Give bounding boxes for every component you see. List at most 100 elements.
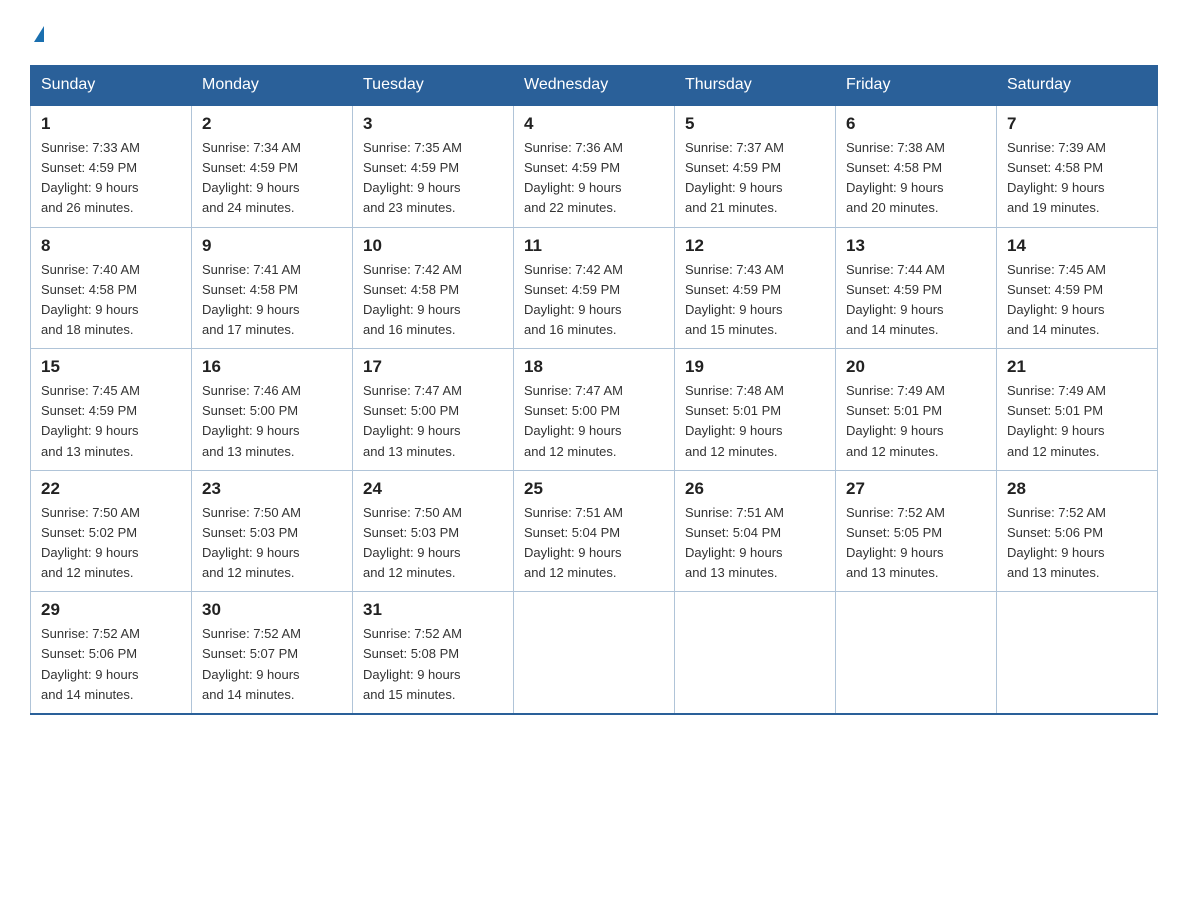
logo-triangle-icon — [34, 26, 44, 42]
calendar-cell: 19 Sunrise: 7:48 AMSunset: 5:01 PMDayligh… — [675, 349, 836, 471]
calendar-cell — [997, 592, 1158, 714]
weekday-header-friday: Friday — [836, 66, 997, 106]
calendar-cell: 12 Sunrise: 7:43 AMSunset: 4:59 PMDayligh… — [675, 227, 836, 349]
calendar-cell: 21 Sunrise: 7:49 AMSunset: 5:01 PMDayligh… — [997, 349, 1158, 471]
day-number: 9 — [202, 236, 342, 256]
day-info: Sunrise: 7:39 AMSunset: 4:58 PMDaylight:… — [1007, 138, 1147, 219]
day-number: 7 — [1007, 114, 1147, 134]
day-info: Sunrise: 7:49 AMSunset: 5:01 PMDaylight:… — [1007, 381, 1147, 462]
day-info: Sunrise: 7:33 AMSunset: 4:59 PMDaylight:… — [41, 138, 181, 219]
calendar-table: SundayMondayTuesdayWednesdayThursdayFrid… — [30, 65, 1158, 715]
calendar-cell: 13 Sunrise: 7:44 AMSunset: 4:59 PMDayligh… — [836, 227, 997, 349]
day-number: 17 — [363, 357, 503, 377]
day-info: Sunrise: 7:51 AMSunset: 5:04 PMDaylight:… — [685, 503, 825, 584]
day-number: 16 — [202, 357, 342, 377]
day-number: 29 — [41, 600, 181, 620]
day-number: 6 — [846, 114, 986, 134]
day-info: Sunrise: 7:45 AMSunset: 4:59 PMDaylight:… — [41, 381, 181, 462]
calendar-cell: 1 Sunrise: 7:33 AMSunset: 4:59 PMDaylight… — [31, 105, 192, 227]
day-number: 22 — [41, 479, 181, 499]
calendar-week-2: 8 Sunrise: 7:40 AMSunset: 4:58 PMDaylight… — [31, 227, 1158, 349]
day-number: 19 — [685, 357, 825, 377]
calendar-cell: 4Sunrise: 7:36 AMSunset: 4:59 PMDaylight… — [514, 105, 675, 227]
day-number: 3 — [363, 114, 503, 134]
calendar-cell: 27 Sunrise: 7:52 AMSunset: 5:05 PMDayligh… — [836, 470, 997, 592]
day-info: Sunrise: 7:52 AMSunset: 5:06 PMDaylight:… — [41, 624, 181, 705]
day-info: Sunrise: 7:42 AMSunset: 4:58 PMDaylight:… — [363, 260, 503, 341]
day-number: 23 — [202, 479, 342, 499]
calendar-cell: 30 Sunrise: 7:52 AMSunset: 5:07 PMDayligh… — [192, 592, 353, 714]
weekday-header-sunday: Sunday — [31, 66, 192, 106]
weekday-header-saturday: Saturday — [997, 66, 1158, 106]
day-info: Sunrise: 7:35 AMSunset: 4:59 PMDaylight:… — [363, 138, 503, 219]
weekday-header-wednesday: Wednesday — [514, 66, 675, 106]
day-number: 2 — [202, 114, 342, 134]
calendar-cell: 3 Sunrise: 7:35 AMSunset: 4:59 PMDaylight… — [353, 105, 514, 227]
day-number: 31 — [363, 600, 503, 620]
day-info: Sunrise: 7:51 AMSunset: 5:04 PMDaylight:… — [524, 503, 664, 584]
day-info: Sunrise: 7:52 AMSunset: 5:05 PMDaylight:… — [846, 503, 986, 584]
day-number: 24 — [363, 479, 503, 499]
weekday-header-monday: Monday — [192, 66, 353, 106]
day-info: Sunrise: 7:38 AMSunset: 4:58 PMDaylight:… — [846, 138, 986, 219]
calendar-cell: 25 Sunrise: 7:51 AMSunset: 5:04 PMDayligh… — [514, 470, 675, 592]
calendar-week-5: 29 Sunrise: 7:52 AMSunset: 5:06 PMDayligh… — [31, 592, 1158, 714]
day-info: Sunrise: 7:49 AMSunset: 5:01 PMDaylight:… — [846, 381, 986, 462]
calendar-cell: 7 Sunrise: 7:39 AMSunset: 4:58 PMDaylight… — [997, 105, 1158, 227]
calendar-cell: 14 Sunrise: 7:45 AMSunset: 4:59 PMDayligh… — [997, 227, 1158, 349]
day-number: 13 — [846, 236, 986, 256]
day-number: 1 — [41, 114, 181, 134]
day-info: Sunrise: 7:42 AMSunset: 4:59 PMDaylight:… — [524, 260, 664, 341]
day-info: Sunrise: 7:43 AMSunset: 4:59 PMDaylight:… — [685, 260, 825, 341]
calendar-cell: 11 Sunrise: 7:42 AMSunset: 4:59 PMDayligh… — [514, 227, 675, 349]
calendar-cell — [514, 592, 675, 714]
calendar-cell: 6 Sunrise: 7:38 AMSunset: 4:58 PMDaylight… — [836, 105, 997, 227]
calendar-cell — [675, 592, 836, 714]
calendar-week-4: 22 Sunrise: 7:50 AMSunset: 5:02 PMDayligh… — [31, 470, 1158, 592]
day-info: Sunrise: 7:47 AMSunset: 5:00 PMDaylight:… — [363, 381, 503, 462]
day-number: 26 — [685, 479, 825, 499]
calendar-cell: 20 Sunrise: 7:49 AMSunset: 5:01 PMDayligh… — [836, 349, 997, 471]
day-info: Sunrise: 7:50 AMSunset: 5:03 PMDaylight:… — [202, 503, 342, 584]
day-info: Sunrise: 7:47 AMSunset: 5:00 PMDaylight:… — [524, 381, 664, 462]
calendar-cell: 28Sunrise: 7:52 AMSunset: 5:06 PMDayligh… — [997, 470, 1158, 592]
day-number: 20 — [846, 357, 986, 377]
day-number: 5 — [685, 114, 825, 134]
day-number: 8 — [41, 236, 181, 256]
calendar-cell: 16 Sunrise: 7:46 AMSunset: 5:00 PMDayligh… — [192, 349, 353, 471]
calendar-cell: 18 Sunrise: 7:47 AMSunset: 5:00 PMDayligh… — [514, 349, 675, 471]
day-info: Sunrise: 7:44 AMSunset: 4:59 PMDaylight:… — [846, 260, 986, 341]
day-number: 11 — [524, 236, 664, 256]
calendar-cell: 5 Sunrise: 7:37 AMSunset: 4:59 PMDaylight… — [675, 105, 836, 227]
calendar-cell: 15 Sunrise: 7:45 AMSunset: 4:59 PMDayligh… — [31, 349, 192, 471]
calendar-cell — [836, 592, 997, 714]
day-number: 30 — [202, 600, 342, 620]
day-number: 14 — [1007, 236, 1147, 256]
day-number: 15 — [41, 357, 181, 377]
day-number: 25 — [524, 479, 664, 499]
weekday-header-tuesday: Tuesday — [353, 66, 514, 106]
logo-general-row — [30, 20, 44, 47]
day-number: 18 — [524, 357, 664, 377]
day-info: Sunrise: 7:40 AMSunset: 4:58 PMDaylight:… — [41, 260, 181, 341]
day-info: Sunrise: 7:50 AMSunset: 5:03 PMDaylight:… — [363, 503, 503, 584]
day-info: Sunrise: 7:34 AMSunset: 4:59 PMDaylight:… — [202, 138, 342, 219]
day-info: Sunrise: 7:52 AMSunset: 5:08 PMDaylight:… — [363, 624, 503, 705]
day-info: Sunrise: 7:45 AMSunset: 4:59 PMDaylight:… — [1007, 260, 1147, 341]
day-info: Sunrise: 7:46 AMSunset: 5:00 PMDaylight:… — [202, 381, 342, 462]
day-number: 12 — [685, 236, 825, 256]
weekday-header-row: SundayMondayTuesdayWednesdayThursdayFrid… — [31, 66, 1158, 106]
calendar-cell: 23 Sunrise: 7:50 AMSunset: 5:03 PMDayligh… — [192, 470, 353, 592]
weekday-header-thursday: Thursday — [675, 66, 836, 106]
calendar-week-3: 15 Sunrise: 7:45 AMSunset: 4:59 PMDayligh… — [31, 349, 1158, 471]
day-info: Sunrise: 7:52 AMSunset: 5:07 PMDaylight:… — [202, 624, 342, 705]
day-info: Sunrise: 7:37 AMSunset: 4:59 PMDaylight:… — [685, 138, 825, 219]
day-info: Sunrise: 7:50 AMSunset: 5:02 PMDaylight:… — [41, 503, 181, 584]
day-info: Sunrise: 7:52 AMSunset: 5:06 PMDaylight:… — [1007, 503, 1147, 584]
day-info: Sunrise: 7:48 AMSunset: 5:01 PMDaylight:… — [685, 381, 825, 462]
day-number: 21 — [1007, 357, 1147, 377]
logo — [30, 20, 44, 47]
calendar-cell: 8 Sunrise: 7:40 AMSunset: 4:58 PMDaylight… — [31, 227, 192, 349]
calendar-cell: 22 Sunrise: 7:50 AMSunset: 5:02 PMDayligh… — [31, 470, 192, 592]
day-number: 27 — [846, 479, 986, 499]
